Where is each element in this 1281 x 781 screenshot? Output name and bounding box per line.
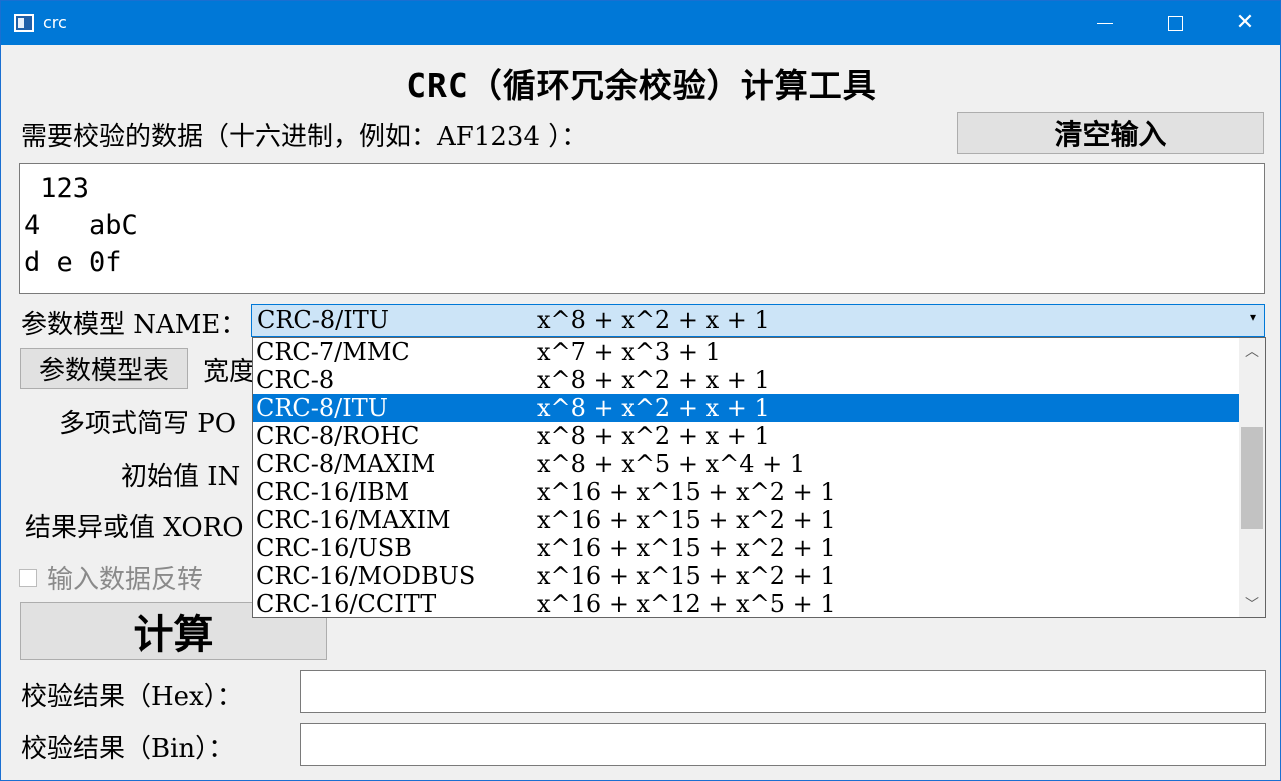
model-dropdown-list[interactable]: CRC-7/MMC x^7 + x^3 + 1 CRC-8 x^8 + x^2 + … [252,337,1266,618]
selected-model-poly: x^8 + x^2 + x + 1 [537,306,770,334]
app-icon [14,14,34,32]
close-icon: ✕ [1235,10,1255,35]
width-label: 宽度 [203,357,256,387]
dropdown-option[interactable]: CRC-8 x^8 + x^2 + x + 1 [253,366,1239,394]
xorout-label: 结果异或值 XORO [25,513,244,543]
maximize-icon [1167,15,1183,31]
window-title: crc [43,13,67,32]
dropdown-option[interactable]: CRC-16/CCITT x^16 + x^12 + x^5 + 1 [253,590,1239,617]
minimize-button[interactable] [1082,1,1128,45]
close-button[interactable]: ✕ [1222,1,1268,45]
scroll-thumb[interactable] [1241,427,1263,529]
chevron-down-icon[interactable]: ﹀ [1239,591,1265,617]
dropdown-option[interactable]: CRC-16/MODBUS x^16 + x^15 + x^2 + 1 [253,562,1239,590]
app-window: crc ✕ CRC（循环冗余校验）计算工具 需要校验的数据（十六进制，例如：AF… [0,0,1281,781]
minimize-icon [1097,22,1113,24]
model-name-label: 参数模型 NAME： [21,310,247,340]
clear-input-button[interactable]: 清空输入 [957,112,1264,154]
page-title: CRC（循环冗余校验）计算工具 [406,66,877,105]
dropdown-arrow-icon: ▾ [1249,310,1256,324]
data-input-textarea[interactable]: 123 4 abC d e 0f [19,163,1265,294]
poly-label: 多项式简写 PO [59,409,237,439]
dropdown-option[interactable]: CRC-7/MMC x^7 + x^3 + 1 [253,338,1239,366]
refin-checkbox-row[interactable]: 输入数据反转 [19,559,203,596]
dropdown-scrollbar[interactable]: ︿ ﹀ [1239,338,1265,617]
chevron-up-icon[interactable]: ︿ [1239,338,1265,364]
hex-result-field[interactable] [300,670,1266,713]
hex-result-label: 校验结果（Hex）： [21,682,243,712]
input-data-label: 需要校验的数据（十六进制，例如：AF1234 ）： [21,122,588,152]
dropdown-option-selected[interactable]: CRC-8/ITU x^8 + x^2 + x + 1 [253,394,1239,422]
dropdown-option[interactable]: CRC-16/IBM x^16 + x^15 + x^2 + 1 [253,478,1239,506]
dropdown-option[interactable]: CRC-8/ROHC x^8 + x^2 + x + 1 [253,422,1239,450]
model-table-button[interactable]: 参数模型表 [20,348,188,389]
selected-model-name: CRC-8/ITU [257,306,389,334]
dropdown-option[interactable]: CRC-16/MAXIM x^16 + x^15 + x^2 + 1 [253,506,1239,534]
init-label: 初始值 IN [121,462,241,492]
maximize-button[interactable] [1152,1,1198,45]
dropdown-option[interactable]: CRC-8/MAXIM x^8 + x^5 + x^4 + 1 [253,450,1239,478]
dropdown-option[interactable]: CRC-16/USB x^16 + x^15 + x^2 + 1 [253,534,1239,562]
bin-result-field[interactable] [300,723,1266,766]
model-name-select[interactable]: CRC-8/ITU x^8 + x^2 + x + 1 ▾ [251,304,1265,337]
refin-label: 输入数据反转 [47,565,204,595]
refin-checkbox[interactable] [19,568,37,587]
bin-result-label: 校验结果（Bin）： [21,734,235,764]
title-bar[interactable]: crc ✕ [1,1,1280,45]
